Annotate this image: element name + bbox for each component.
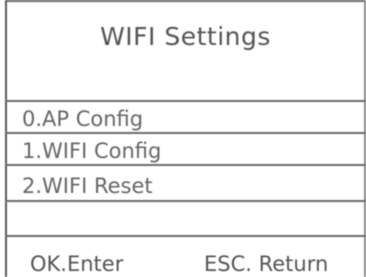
ok-enter-hint: OK.Enter — [30, 252, 124, 276]
esc-return-hint: ESC. Return — [204, 252, 329, 276]
divider-menu-1 — [5, 132, 366, 134]
menu-item-wifi-reset[interactable]: 2.WIFI Reset — [22, 174, 352, 198]
wifi-settings-screen: WIFI Settings 0.AP Config 1.WIFI Config … — [0, 0, 366, 277]
frame-top-border — [5, 0, 366, 2]
divider-above-footer — [5, 235, 366, 237]
divider-menu-3 — [5, 200, 366, 202]
menu-item-wifi-config[interactable]: 1.WIFI Config — [22, 139, 352, 163]
divider-below-title — [5, 100, 366, 102]
menu-item-ap-config[interactable]: 0.AP Config — [22, 107, 352, 131]
page-title: WIFI Settings — [100, 22, 271, 51]
divider-menu-2 — [5, 164, 366, 166]
